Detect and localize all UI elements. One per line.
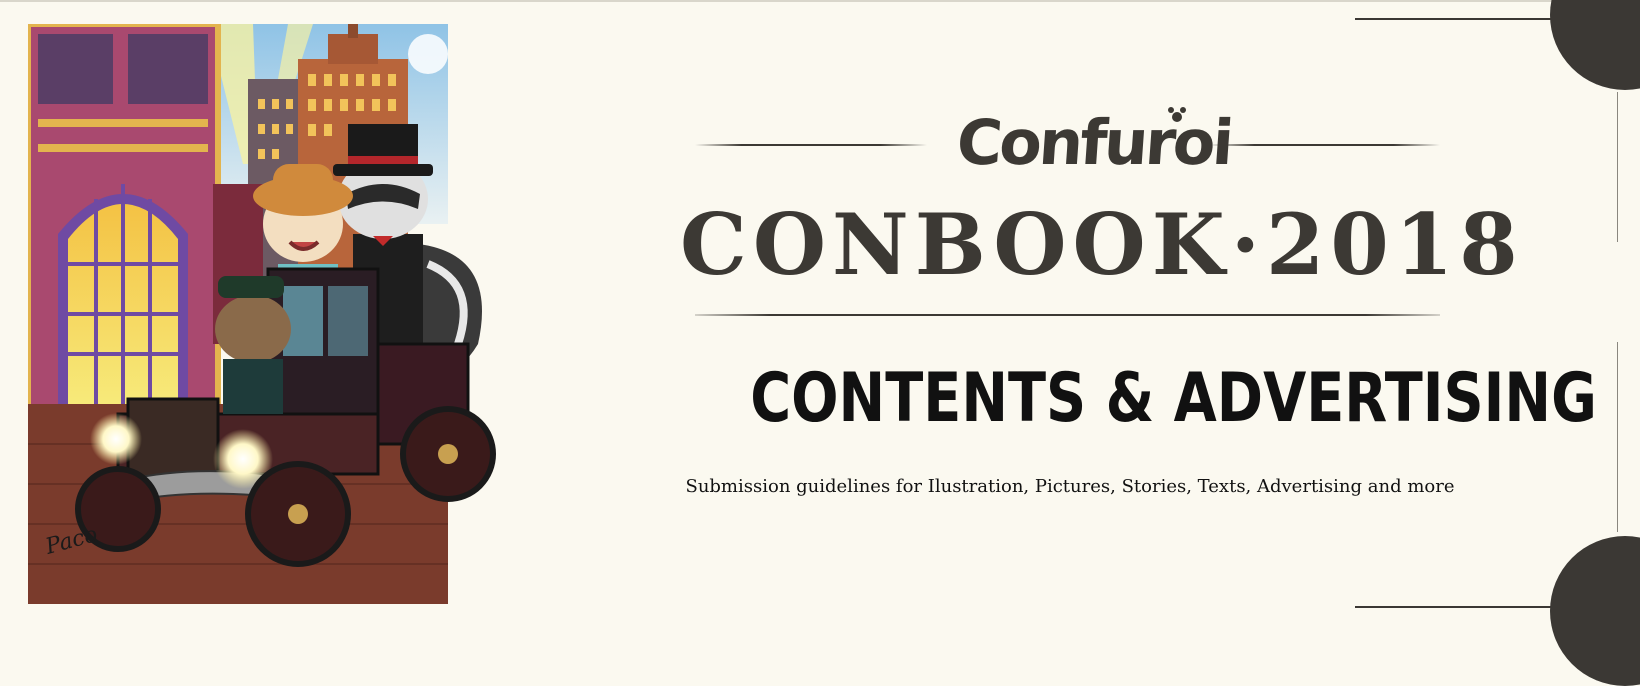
ticket-perforation-bottom: [1617, 342, 1618, 532]
dog-driver-character: [215, 276, 291, 414]
cover-illustration: Paco: [28, 24, 512, 604]
logo-divider-left: [695, 144, 927, 146]
section-title: CONTENTS & ADVERTISING: [750, 359, 1597, 438]
ticket-rule-bottom: [1355, 606, 1555, 608]
ticket-perforation-top: [1617, 92, 1618, 242]
conbook-banner: Paco Confuroi CONBOOK·2018 CONTENTS & AD…: [0, 0, 1640, 686]
logo-wordmark: Confuroi: [954, 106, 1234, 179]
logo-row: Confuroi: [695, 98, 1440, 188]
submission-subtitle: Submission guidelines for Ilustration, P…: [685, 476, 1455, 497]
confuroi-logo: Confuroi: [954, 98, 1233, 188]
paw-icon: [1168, 107, 1186, 122]
ticket-rule-top: [1355, 18, 1555, 20]
logo-divider-right: [1208, 144, 1440, 146]
conbook-title: CONBOOK·2018: [680, 195, 1524, 294]
title-divider: [695, 314, 1440, 316]
ticket-notch-bottom: [1550, 536, 1640, 686]
ticket-notch-top: [1550, 0, 1640, 90]
illustration-artwork: Paco: [28, 24, 496, 604]
